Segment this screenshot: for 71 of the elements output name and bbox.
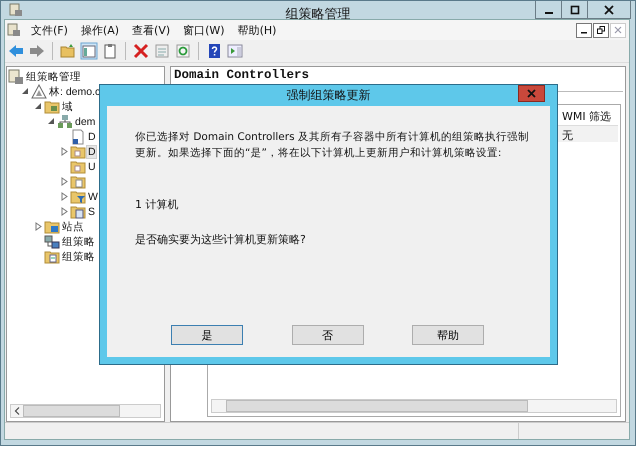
horizontal-scrollbar[interactable] <box>211 399 617 413</box>
dialog-button[interactable]: 是 <box>171 325 243 345</box>
table-cell-text: 无 <box>561 128 574 142</box>
tree-item[interactable]: S <box>86 204 96 218</box>
close-icon <box>614 26 622 34</box>
menu-item[interactable]: 帮助(H) <box>232 22 284 38</box>
folder-icon <box>70 188 86 204</box>
tree-item[interactable]: 组策略 <box>60 250 96 264</box>
close-icon <box>527 89 536 98</box>
action-pane-icon[interactable] <box>227 43 243 59</box>
window-title: 组策略管理 <box>286 6 350 23</box>
close-icon <box>604 4 614 14</box>
expand-arrow-icon[interactable] <box>60 147 69 156</box>
tree-item[interactable]: 域 <box>60 100 74 114</box>
close-button[interactable] <box>587 1 631 19</box>
maximize-icon <box>570 4 580 14</box>
expand-arrow-icon[interactable] <box>60 192 69 201</box>
clipboard-icon[interactable] <box>102 43 118 59</box>
refresh-icon[interactable] <box>175 43 191 59</box>
collapse-arrow-icon[interactable] <box>21 87 30 96</box>
dialog-button[interactable]: 否 <box>292 325 364 345</box>
computer-count: 1 计算机 <box>135 197 180 212</box>
tree-item[interactable]: D <box>86 130 97 144</box>
console-tree-icon[interactable] <box>80 42 98 60</box>
menu-item[interactable]: 窗口(W) <box>177 22 232 38</box>
dialog-title: 强制组策略更新 <box>286 87 370 104</box>
menu-item[interactable]: 操作(A) <box>74 22 126 38</box>
folder-icon <box>70 144 86 160</box>
network-icon <box>44 234 60 250</box>
folder-icon <box>44 248 60 264</box>
minimize-button[interactable] <box>576 22 592 38</box>
pane-heading: Domain Controllers <box>173 69 310 82</box>
tree-item[interactable]: 林: demo.c <box>47 84 102 98</box>
tree-item[interactable]: 组策略管理 <box>24 70 82 84</box>
dialog-message: 你已选择对 Domain Controllers 及其所有子容器中所有计算机的组策略执行强制更新。如果选择下面的“是”，将在以下计算机上更新用户和计算机策略设置: <box>135 130 530 161</box>
collapse-arrow-icon[interactable] <box>47 117 56 126</box>
folder-icon <box>70 204 86 220</box>
expand-arrow-icon[interactable] <box>60 177 69 186</box>
console-icon <box>7 23 21 37</box>
document-icon <box>70 128 86 144</box>
folder-icon <box>44 218 60 234</box>
expand-arrow-icon[interactable] <box>60 207 69 216</box>
restore-button[interactable] <box>593 22 609 38</box>
tree-item[interactable]: W <box>86 190 99 204</box>
delete-icon[interactable] <box>133 43 149 59</box>
tree-item[interactable]: 组策略 <box>60 234 96 248</box>
folder-up-icon[interactable] <box>60 43 76 59</box>
app-icon <box>9 3 23 17</box>
back-arrow-icon[interactable] <box>8 43 24 59</box>
network-icon <box>57 114 73 130</box>
forward-arrow-icon[interactable] <box>29 43 45 59</box>
menu-item[interactable]: 查看(V) <box>126 22 178 38</box>
tree-item[interactable]: dem <box>73 114 96 128</box>
properties-icon[interactable] <box>154 43 170 59</box>
triangle-icon <box>31 84 47 100</box>
minimize-button[interactable] <box>535 1 562 19</box>
folder-icon <box>44 98 60 114</box>
restore-icon <box>597 26 605 34</box>
confirm-question: 是否确实要为这些计算机更新策略? <box>135 232 307 247</box>
tree-item[interactable]: U <box>86 160 97 174</box>
minimize-icon <box>544 12 552 14</box>
tree-item[interactable]: 站点 <box>60 220 85 234</box>
collapse-arrow-icon[interactable] <box>34 102 43 111</box>
folder-icon <box>70 158 86 174</box>
expand-arrow-icon[interactable] <box>34 222 43 231</box>
tree-item[interactable]: D <box>86 144 97 158</box>
dialog-button[interactable]: 帮助 <box>412 325 484 345</box>
horizontal-scrollbar[interactable] <box>10 404 161 418</box>
console-icon <box>8 68 24 84</box>
help-icon[interactable] <box>206 43 222 59</box>
menu-item[interactable]: 文件(F) <box>25 22 75 38</box>
